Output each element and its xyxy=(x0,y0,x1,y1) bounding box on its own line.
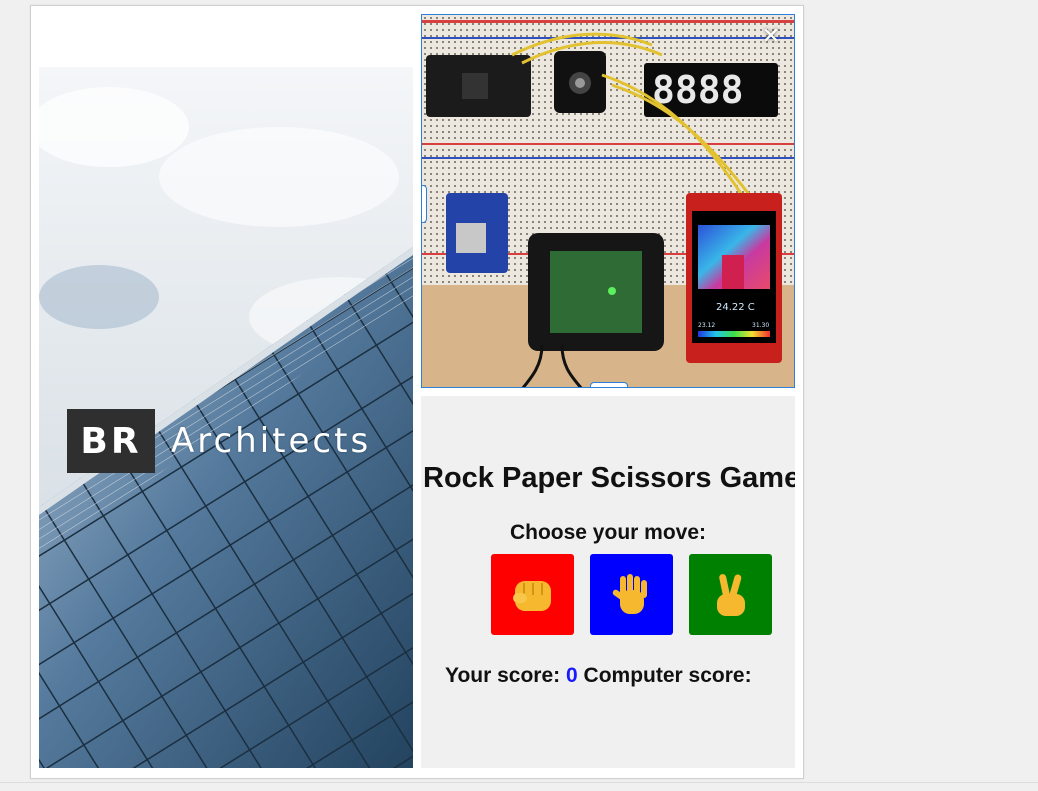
game-title: Rock Paper Scissors Game xyxy=(423,462,795,494)
thermal-low: 23.12 xyxy=(698,322,715,329)
move-prompt: Choose your move: xyxy=(509,521,707,544)
open-hand-icon xyxy=(612,573,647,614)
segment-display-text: 8888 xyxy=(652,68,744,112)
resize-handle-left[interactable] xyxy=(422,185,427,223)
resize-handle-bottom[interactable] xyxy=(590,382,628,387)
move-buttons xyxy=(491,554,772,635)
architecture-image[interactable]: BR Architects xyxy=(39,67,413,768)
breadboard-photo: 8888 24.22 C 23.12 31.30 xyxy=(422,15,794,387)
paper-button[interactable] xyxy=(590,554,673,635)
score-line: Your score: 0 Computer score: xyxy=(445,664,752,688)
victory-hand-icon xyxy=(716,573,745,616)
your-score-value: 0 xyxy=(566,664,578,687)
electronics-image[interactable]: 8888 24.22 C 23.12 31.30 ✕ xyxy=(421,14,795,388)
brand-wordmark: Architects xyxy=(171,421,372,461)
scissors-button[interactable] xyxy=(689,554,772,635)
brand-logo: BR Architects xyxy=(67,409,371,473)
fist-icon xyxy=(512,580,551,611)
thermal-high: 31.30 xyxy=(752,322,769,329)
thermal-reading: 24.22 C xyxy=(716,302,755,313)
game-panel: Rock Paper Scissors Game Choose your mov… xyxy=(421,396,795,768)
computer-score-label: Computer score: xyxy=(583,664,752,687)
page-divider xyxy=(0,782,1038,783)
brand-mark: BR xyxy=(67,409,155,473)
rock-button[interactable] xyxy=(491,554,574,635)
your-score-label: Your score: xyxy=(445,664,561,687)
canvas-frame: BR Architects 8888 24.22 C 23.12 31.30 ✕… xyxy=(30,5,804,779)
close-icon[interactable]: ✕ xyxy=(760,25,782,47)
